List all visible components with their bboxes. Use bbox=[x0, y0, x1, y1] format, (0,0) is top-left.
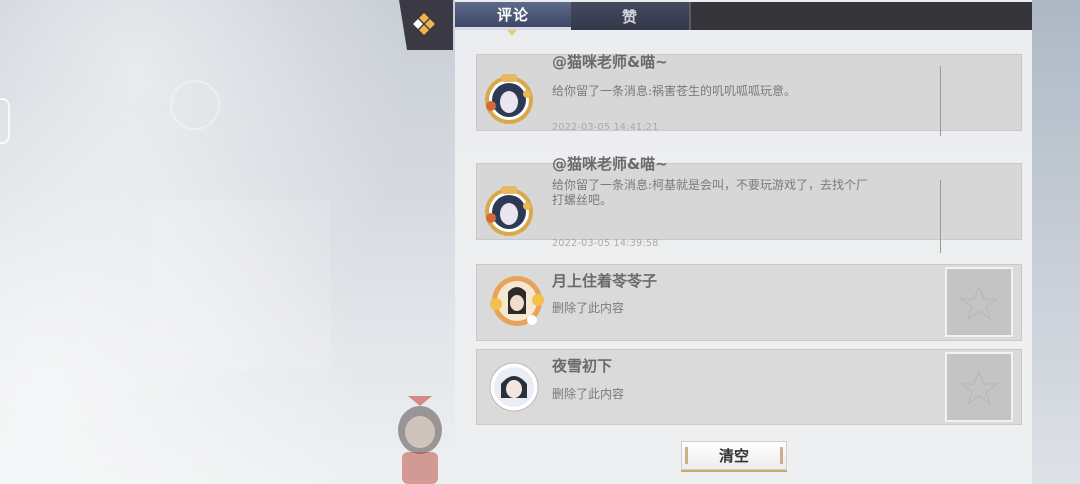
message-text-line-2: 打螺丝吧。 bbox=[552, 193, 613, 207]
message-text: 给你留了一条消息:祸害苍生的叽叽呱呱玩意。 bbox=[552, 84, 797, 98]
card-divider bbox=[940, 66, 941, 136]
message-timestamp: 2022-03-05 14:41:21 bbox=[552, 122, 659, 133]
card-divider bbox=[940, 180, 941, 253]
sender-name[interactable]: 月上住着苓苓子 bbox=[552, 270, 657, 291]
tab-likes[interactable]: 赞 bbox=[571, 2, 689, 30]
message-text: 给你留了一条消息:柯基就是会叫，不要玩游戏了，去找个厂 bbox=[552, 178, 869, 192]
clear-button[interactable]: 清空 bbox=[681, 441, 787, 470]
framed-avatar-gold-icon[interactable] bbox=[483, 182, 535, 242]
star-placeholder-icon bbox=[959, 370, 999, 406]
framed-avatar-floral-icon[interactable] bbox=[486, 270, 548, 332]
right-background-strip bbox=[1032, 0, 1080, 484]
background-emblem bbox=[170, 80, 220, 130]
tab-divider bbox=[689, 2, 691, 30]
message-text: 删除了此内容 bbox=[552, 301, 625, 315]
side-handle[interactable] bbox=[0, 98, 10, 144]
content-thumbnail[interactable] bbox=[945, 352, 1013, 422]
diamond-cluster-icon bbox=[413, 13, 435, 35]
sender-name[interactable]: @猫咪老师&喵~ bbox=[552, 51, 668, 72]
chibi-character bbox=[398, 396, 442, 484]
message-timestamp: 2022-03-05 14:39:58 bbox=[552, 238, 659, 249]
sender-name[interactable]: @猫咪老师&喵~ bbox=[552, 153, 668, 174]
active-tab-caret-icon bbox=[507, 30, 517, 36]
content-thumbnail[interactable] bbox=[945, 267, 1013, 337]
sender-name[interactable]: 夜雪初下 bbox=[552, 355, 612, 376]
framed-avatar-gold-icon[interactable] bbox=[483, 70, 535, 130]
background-card bbox=[150, 200, 330, 370]
tab-comments-label: 评论 bbox=[496, 6, 529, 24]
message-text: 删除了此内容 bbox=[552, 387, 625, 401]
round-avatar-icon[interactable] bbox=[489, 362, 539, 412]
star-placeholder-icon bbox=[959, 285, 999, 321]
tab-comments[interactable]: 评论 bbox=[455, 2, 571, 36]
tab-likes-label: 赞 bbox=[621, 7, 638, 26]
